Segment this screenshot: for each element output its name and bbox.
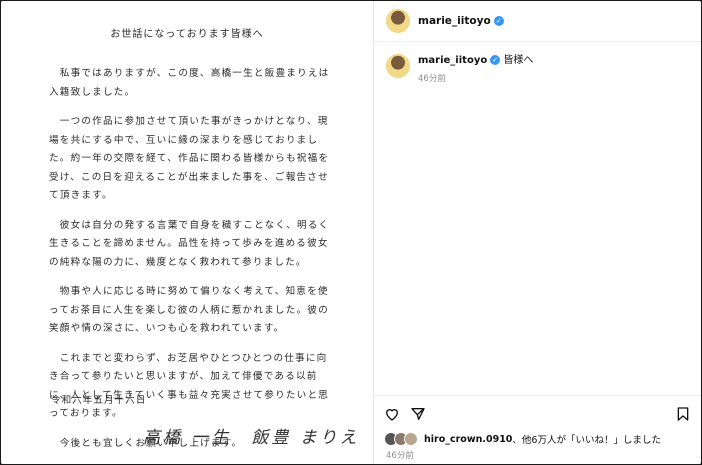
verified-badge-icon: ✓ <box>490 55 501 65</box>
caption-text: 皆様へ <box>503 55 534 66</box>
liker-avatars[interactable] <box>384 432 418 446</box>
letter-title: お世話になっております皆様へ <box>110 29 264 40</box>
caption: marie_iitoyo ✓ 皆様へ 46分前 <box>374 42 701 84</box>
post-container: お世話になっております皆様へ 私事ではありますが、この度、高橋一生と飯豊まりえは… <box>1 1 701 464</box>
post-sidebar: marie_iitoyo ✓ marie_iitoyo ✓ 皆様へ 46分前 h… <box>374 1 701 464</box>
post-image-letter: お世話になっております皆様へ 私事ではありますが、この度、高橋一生と飯豊まりえは… <box>1 1 374 464</box>
caption-username[interactable]: marie_iitoyo <box>418 55 487 66</box>
letter-paragraph: 彼女は自分の発する言葉で自身を穢すことなく、明るく生きることを諦めません。品性を… <box>49 219 330 268</box>
action-bar <box>374 395 701 426</box>
share-icon[interactable] <box>410 406 426 422</box>
likes-summary: hiro_crown.0910 、他6万人が「いいね！」しました <box>384 432 693 446</box>
heart-icon[interactable] <box>384 406 400 422</box>
letter-paragraph: 私事ではありますが、この度、高橋一生と飯豊まりえは入籍致しました。 <box>49 68 330 98</box>
handwritten-signature: 高橋 一生 飯豊 まりえ <box>143 428 360 448</box>
bookmark-icon[interactable] <box>675 406 691 422</box>
caption-time[interactable]: 46分前 <box>418 72 533 84</box>
post-time[interactable]: 46分前 <box>386 449 414 461</box>
header-username[interactable]: marie_iitoyo <box>418 15 491 27</box>
avatar[interactable] <box>386 9 410 33</box>
letter-paragraph: これまでと変わらず、お芝居やひとつひとつの仕事に向き合って参りたいと思いますが、… <box>49 352 330 420</box>
letter-paragraph: 物事や人に応じる時に努めて偏りなく考えて、知恵を使ってお茶目に人生を楽しむ彼の人… <box>49 286 329 334</box>
avatar <box>404 432 418 446</box>
avatar[interactable] <box>386 54 410 78</box>
post-modal: お世話になっております皆様へ 私事ではありますが、この度、高橋一生と飯豊まりえは… <box>0 0 702 465</box>
post-header: marie_iitoyo ✓ <box>374 1 701 42</box>
caption-content: marie_iitoyo ✓ 皆様へ 46分前 <box>418 54 533 84</box>
verified-badge-icon: ✓ <box>493 16 504 26</box>
likes-count-text[interactable]: 、他6万人が「いいね！」しました <box>512 432 661 446</box>
liker-username[interactable]: hiro_crown.0910 <box>424 434 512 445</box>
letter-date: 令和六年五月十六日 <box>51 395 147 406</box>
letter-paragraph: 一つの作品に参加させて頂いた事がきっかけとなり、現場を共にする中で、互いに縁の深… <box>49 116 330 201</box>
